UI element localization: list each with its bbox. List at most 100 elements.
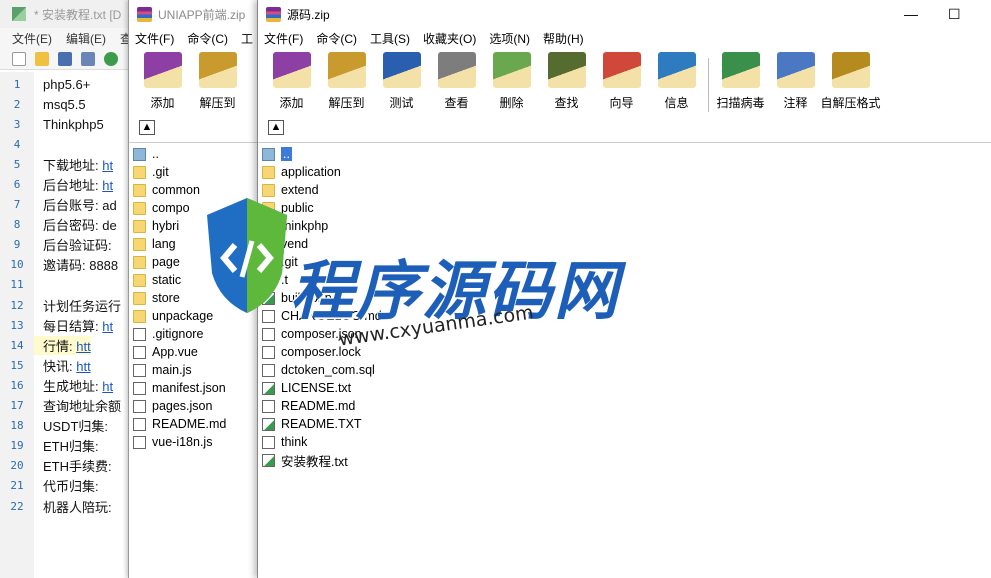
file-list-item[interactable]: 安装教程.txt	[258, 451, 991, 469]
file-list-item[interactable]: .git	[129, 163, 258, 181]
zip-tool-icon-8	[721, 52, 760, 88]
file-list-item[interactable]: ..	[258, 145, 991, 163]
uniapp-titlebar[interactable]: UNIAPP前端.zip	[129, 0, 258, 28]
zip-menu-command[interactable]: 命令(C)	[316, 30, 357, 47]
line-link[interactable]: ht	[102, 319, 113, 334]
file-list-item[interactable]: static	[129, 271, 258, 289]
file-list-item[interactable]: vend	[258, 235, 991, 253]
file-list-item[interactable]: CHANGELOG.md	[258, 307, 991, 325]
file-list-item[interactable]: unpackage	[129, 307, 258, 325]
zip-tool-button-3[interactable]: 查看	[429, 52, 484, 112]
file-list-item[interactable]: .gitignore	[129, 325, 258, 343]
file-list-item[interactable]: extend	[258, 181, 991, 199]
uniapp-menu-tools[interactable]: 工	[241, 30, 253, 47]
file-name: composer.json	[281, 327, 362, 341]
line-number: 9	[13, 238, 21, 252]
zip-menu-tools[interactable]: 工具(S)	[370, 30, 410, 47]
zip-menu-favorites[interactable]: 收藏夹(O)	[423, 30, 476, 47]
editor-line: 15 快讯: htt	[0, 355, 130, 375]
zip-tool-button-4[interactable]: 删除	[484, 52, 539, 112]
open-folder-icon[interactable]	[35, 51, 49, 66]
maximize-button[interactable]: ☐	[948, 6, 961, 23]
file-list-item[interactable]: vue-i18n.js	[129, 433, 258, 451]
zip-tool-icon-9	[776, 52, 815, 88]
file-list-item[interactable]: composer.lock	[258, 343, 991, 361]
line-number: 8	[13, 218, 21, 232]
file-list-item[interactable]: README.md	[129, 415, 258, 433]
folder-icon	[262, 201, 275, 215]
zip-tool-button-6[interactable]: 向导	[594, 52, 649, 112]
line-link[interactable]: htt	[76, 339, 90, 354]
zip-tool-button-2[interactable]: 测试	[374, 52, 429, 112]
file-list-item[interactable]: manifest.json	[129, 379, 258, 397]
file-list-item[interactable]: thinkphp	[258, 217, 991, 235]
new-file-icon[interactable]	[12, 51, 26, 66]
zip-tool-button-10[interactable]: 自解压格式	[821, 52, 881, 112]
editor-line: 11	[0, 275, 130, 295]
zip-tool-button-8[interactable]: 扫描病毒	[713, 52, 768, 112]
file-list-item[interactable]: composer.json	[258, 325, 991, 343]
file-list-item[interactable]: pages.json	[129, 397, 258, 415]
zip-menu-options[interactable]: 选项(N)	[489, 30, 530, 47]
file-list-item[interactable]: README.md	[258, 397, 991, 415]
reload-icon[interactable]	[104, 51, 118, 66]
file-list-item[interactable]: dctoken_com.sql	[258, 361, 991, 379]
file-list-item[interactable]: lang	[129, 235, 258, 253]
zip-tool-label: 向导	[609, 96, 634, 110]
uniapp-tool-button-1[interactable]: 解压到	[190, 52, 245, 111]
file-list-item[interactable]: LICENSE.txt	[258, 379, 991, 397]
zip-tool-button-1[interactable]: 解压到	[319, 52, 374, 112]
minimize-button[interactable]: —	[904, 6, 918, 22]
line-link[interactable]: ht	[102, 158, 113, 173]
line-number: 12	[10, 298, 24, 312]
line-link[interactable]: htt	[76, 359, 90, 374]
file-list-item[interactable]: App.vue	[129, 343, 258, 361]
editor-line: 17 查询地址余额	[0, 396, 130, 416]
uniapp-menu-file[interactable]: 文件(F)	[135, 30, 174, 47]
zip-tool-button-5[interactable]: 查找	[539, 52, 594, 112]
zip-titlebar[interactable]: 源码.zip — ☐	[258, 0, 991, 28]
file-icon	[133, 327, 146, 341]
file-list-item[interactable]: main.js	[129, 361, 258, 379]
up-folder-button[interactable]: ▲	[268, 120, 284, 135]
editor-text-area[interactable]: 1 php5.6+ 2 msq5.5 3 Thinkphp5 4 5 下载地址: ht 6 后台地址…	[0, 74, 130, 516]
file-list-item[interactable]: hybri	[129, 217, 258, 235]
line-text-content: msq5.5	[43, 96, 86, 112]
zip-menu-help[interactable]: 帮助(H)	[543, 30, 584, 47]
save-all-icon[interactable]	[81, 51, 95, 66]
save-icon[interactable]	[58, 51, 72, 66]
zip-tool-button-7[interactable]: 信息	[649, 52, 704, 112]
file-name: LICENSE.txt	[281, 381, 352, 395]
zip-tool-button-9[interactable]: 注释	[768, 52, 823, 112]
line-link[interactable]: ht	[102, 178, 113, 193]
uniapp-menu-command[interactable]: 命令(C)	[187, 30, 228, 47]
editor-menu-edit[interactable]: 编辑(E)	[66, 30, 106, 47]
line-link[interactable]: ht	[102, 379, 113, 394]
uniapp-toolbar: 添加 解压到 ▲	[129, 48, 258, 143]
file-list-item[interactable]: application	[258, 163, 991, 181]
uniapp-tool-button-0[interactable]: 添加	[135, 52, 190, 111]
file-list-item[interactable]: build.php	[258, 289, 991, 307]
zip-tool-label: 查看	[444, 96, 469, 110]
folder-icon	[262, 183, 275, 197]
up-folder-button[interactable]: ▲	[139, 120, 155, 135]
file-list-item[interactable]: common	[129, 181, 258, 199]
file-name: lang	[152, 237, 176, 251]
editor-menu-file[interactable]: 文件(E)	[12, 30, 52, 47]
file-list-item[interactable]: .t	[258, 271, 991, 289]
file-list-item[interactable]: .git	[258, 253, 991, 271]
file-list-item[interactable]: page	[129, 253, 258, 271]
file-list-item[interactable]: README.TXT	[258, 415, 991, 433]
zip-tool-button-0[interactable]: 添加	[264, 52, 319, 112]
editor-line: 8 后台密码: de	[0, 215, 130, 235]
file-list-item[interactable]: public	[258, 199, 991, 217]
file-list-item[interactable]: store	[129, 289, 258, 307]
file-list-item[interactable]: ..	[129, 145, 258, 163]
line-number: 11	[10, 278, 24, 292]
editor-line: 19 ETH归集:	[0, 436, 130, 456]
folder-icon	[262, 237, 275, 251]
zip-menu-file[interactable]: 文件(F)	[264, 30, 303, 47]
line-number: 5	[13, 157, 21, 171]
file-list-item[interactable]: think	[258, 433, 991, 451]
file-list-item[interactable]: compo	[129, 199, 258, 217]
